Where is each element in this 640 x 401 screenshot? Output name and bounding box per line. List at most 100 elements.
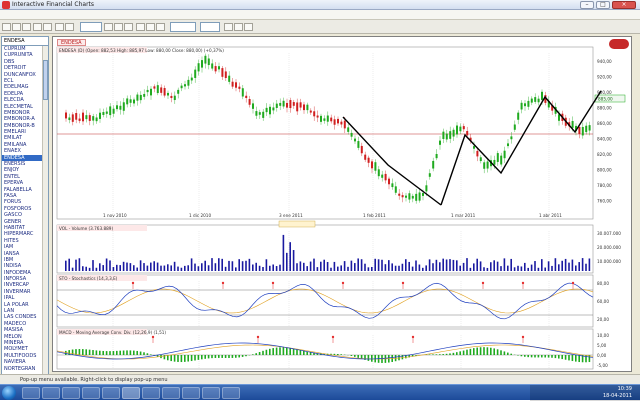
toolbar-button[interactable]	[104, 23, 113, 31]
toolbar-button[interactable]	[234, 23, 243, 31]
taskbar-app-ps[interactable]	[202, 387, 220, 399]
macd-histogram-bar	[521, 355, 523, 356]
toolbar-button[interactable]	[43, 23, 52, 31]
volume-bar	[578, 262, 580, 271]
toolbar-button[interactable]	[2, 23, 11, 31]
candle-body	[133, 100, 135, 104]
minimize-button[interactable]: –	[580, 1, 594, 9]
maximize-button[interactable]: □	[596, 1, 610, 9]
symbol-search-input[interactable]: ENDESA	[2, 37, 48, 46]
candle-body	[136, 95, 138, 101]
toolbar-button[interactable]	[156, 23, 165, 31]
signal-marker-dot	[342, 282, 344, 284]
volume-bar	[249, 259, 251, 271]
date-label: 1 nov 2010	[103, 213, 127, 218]
volume-bar	[130, 263, 132, 271]
toolbar-button[interactable]	[244, 23, 253, 31]
toolbar-button[interactable]	[114, 23, 123, 31]
candle-body	[351, 133, 353, 137]
symbol-item[interactable]: NORTEGRAN	[2, 366, 42, 372]
macd-histogram-bar	[371, 355, 373, 362]
macd-histogram-bar	[310, 352, 312, 355]
taskbar-app-office[interactable]	[102, 387, 120, 399]
volume-bar	[191, 258, 193, 271]
volume-bar	[456, 260, 458, 271]
chart-canvas[interactable]: 1 nov 20101 dic 20103 ene 20111 feb 2011…	[53, 37, 633, 373]
scrollbar-thumb[interactable]	[43, 60, 48, 100]
zoom-combo[interactable]	[200, 22, 220, 32]
macd-histogram-bar	[238, 355, 240, 357]
date-combo[interactable]	[170, 22, 196, 32]
taskbar-app-media[interactable]	[82, 387, 100, 399]
volume-bar	[371, 267, 373, 271]
toolbar-button[interactable]	[65, 23, 74, 31]
candle-body	[218, 66, 220, 69]
volume-bar	[296, 263, 298, 271]
candle-body	[432, 161, 434, 169]
candle-body	[150, 89, 152, 96]
candle-body	[538, 99, 540, 103]
volume-bar	[449, 259, 451, 271]
toolbar-button[interactable]	[146, 23, 155, 31]
symbol-tab[interactable]: ENDESA	[57, 39, 86, 46]
taskbar-app-other[interactable]	[222, 387, 240, 399]
macd-histogram-bar	[337, 354, 339, 355]
macd-histogram-bar	[453, 353, 455, 355]
volume-bar	[238, 259, 240, 271]
macd-histogram-bar	[72, 350, 74, 355]
volume-bar	[337, 267, 339, 271]
candle-body	[442, 132, 444, 139]
candle-body	[425, 185, 427, 191]
start-button[interactable]	[2, 386, 16, 400]
taskbar-app-excel[interactable]	[162, 387, 180, 399]
macd-histogram-bar	[357, 355, 359, 358]
volume-bar	[354, 263, 356, 271]
candle-body	[82, 113, 84, 122]
toolbar-button[interactable]	[224, 23, 233, 31]
price-axis-label: 860,00	[597, 121, 612, 126]
taskbar-app-word[interactable]	[142, 387, 160, 399]
candle-body	[388, 179, 390, 185]
candle-body	[480, 157, 482, 161]
macd-histogram-bar	[170, 355, 172, 361]
price-axis-label: 800,00	[597, 168, 612, 173]
macd-histogram-bar	[221, 355, 223, 358]
macd-histogram-bar	[211, 355, 213, 358]
candle-body	[578, 127, 580, 134]
volume-axis-label: 30.007.000	[597, 231, 621, 236]
taskbar-app-paint[interactable]	[182, 387, 200, 399]
volume-bar	[432, 263, 434, 271]
symbol-item[interactable]: LAS CONDES	[2, 314, 42, 320]
volume-bar	[160, 266, 162, 271]
macd-histogram-bar	[548, 355, 550, 358]
volume-bar	[181, 268, 183, 271]
period-combo[interactable]	[80, 22, 102, 32]
taskbar-app-firefox[interactable]	[62, 387, 80, 399]
taskbar-app-ie[interactable]	[22, 387, 40, 399]
price-axis-label: 760,00	[597, 199, 612, 204]
macd-histogram-bar	[490, 348, 492, 355]
toolbar-button[interactable]	[12, 23, 21, 31]
volume-bar	[378, 259, 380, 271]
toolbar-button[interactable]	[55, 23, 64, 31]
close-button[interactable]: ×	[612, 1, 636, 9]
macd-histogram-bar	[201, 355, 203, 359]
chart-area[interactable]: 1 nov 20101 dic 20103 ene 20111 feb 2011…	[52, 36, 632, 372]
volume-bar	[368, 267, 370, 271]
candle-body	[514, 124, 516, 129]
volume-bar	[140, 260, 142, 271]
toolbar-button[interactable]	[124, 23, 133, 31]
title-bar[interactable]: Interactive Financial Charts – □ ×	[0, 0, 640, 10]
toolbar-button[interactable]	[136, 23, 145, 31]
macd-histogram-bar	[283, 347, 285, 355]
sidebar-scrollbar[interactable]	[42, 46, 48, 381]
toolbar-button[interactable]	[33, 23, 42, 31]
taskbar-app-charts[interactable]	[122, 387, 140, 399]
toolbar-button[interactable]	[22, 23, 31, 31]
macd-histogram-bar	[96, 350, 98, 355]
volume-bar	[164, 266, 166, 271]
taskbar-app-explorer[interactable]	[42, 387, 60, 399]
macd-histogram-bar	[538, 355, 540, 357]
volume-bar	[340, 265, 342, 271]
system-tray: 10:39 18-04-2011	[530, 385, 640, 401]
